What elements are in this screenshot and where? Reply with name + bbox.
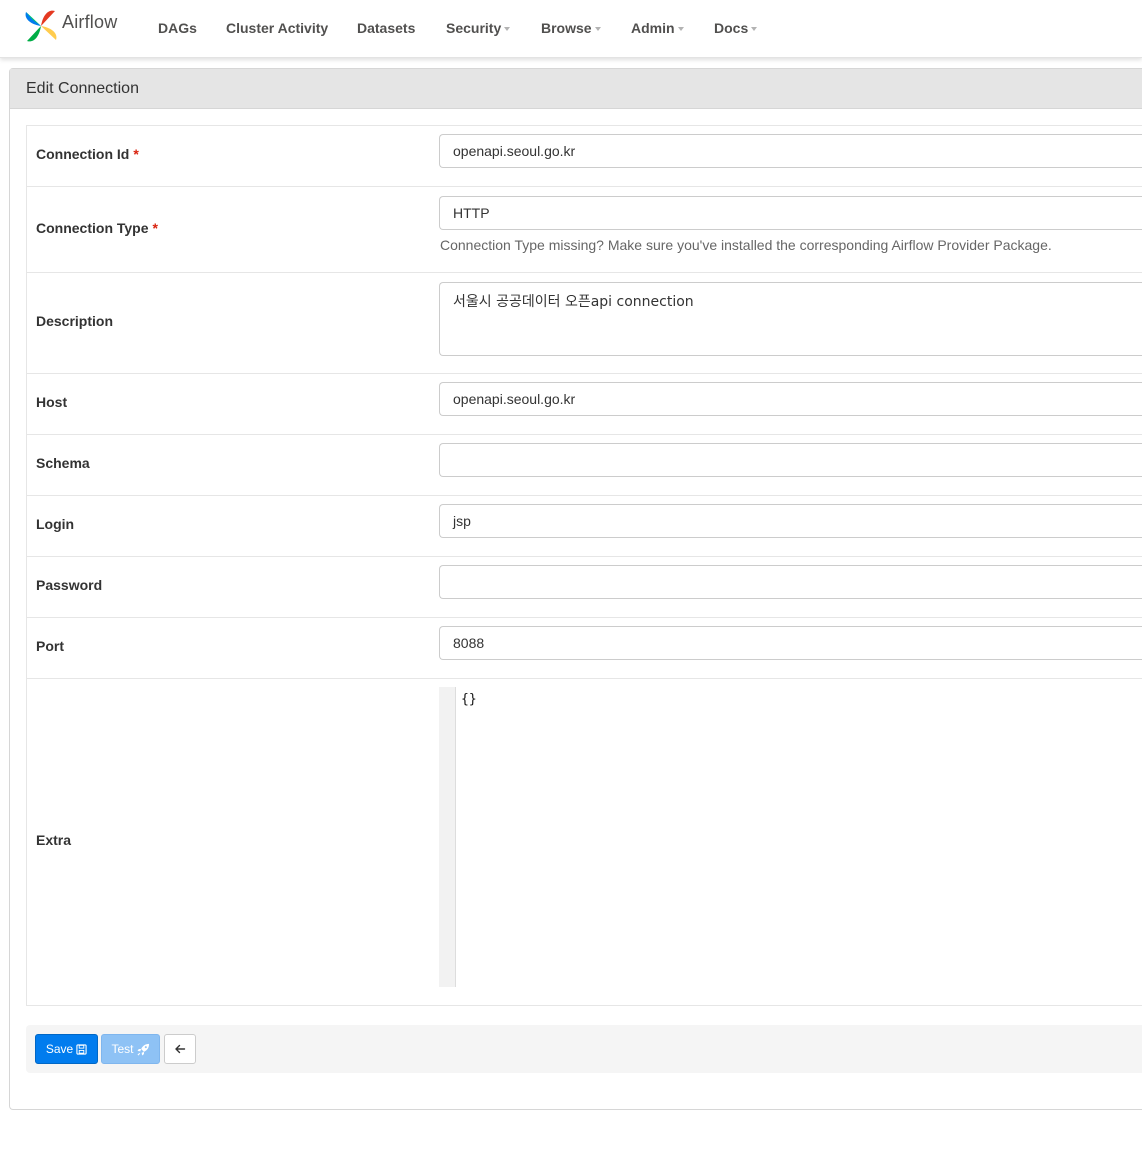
extra-code-editor[interactable]: {} xyxy=(439,687,1142,987)
panel-title: Edit Connection xyxy=(10,69,1142,109)
brand-name: Airflow xyxy=(62,11,118,32)
connection-type-help-text: Connection Type missing? Make sure you'v… xyxy=(440,237,1052,253)
edit-connection-panel: Edit Connection Connection Id * openapi.s… xyxy=(9,68,1142,1110)
airflow-logo-icon xyxy=(25,10,57,42)
form-row-password: Password xyxy=(27,557,1142,618)
connection-type-value: HTTP xyxy=(453,205,490,221)
port-label: Port xyxy=(36,638,64,654)
connection-type-select[interactable]: HTTP xyxy=(439,196,1142,230)
form-row-port: Port 8088 xyxy=(27,618,1142,679)
top-navbar: Airflow DAGs Cluster Activity Datasets S… xyxy=(0,0,1142,58)
description-label: Description xyxy=(36,313,114,329)
port-value: 8088 xyxy=(453,635,485,651)
connection-type-label: Connection Type * xyxy=(36,220,158,236)
caret-down-icon xyxy=(504,27,511,31)
back-button[interactable] xyxy=(164,1034,196,1064)
caret-down-icon xyxy=(751,27,758,31)
form-row-connection-id: Connection Id * openapi.seoul.go.kr xyxy=(27,126,1142,187)
login-value: jsp xyxy=(453,513,471,529)
save-button-label: Save xyxy=(45,1042,74,1056)
schema-input[interactable] xyxy=(439,443,1142,477)
caret-down-icon xyxy=(594,27,601,31)
nav-datasets-label: Datasets xyxy=(357,20,416,36)
nav-browse[interactable]: Browse xyxy=(541,19,601,37)
nav-security[interactable]: Security xyxy=(446,19,511,37)
required-marker: * xyxy=(133,146,139,162)
description-textarea[interactable]: 서울시 공공데이터 오픈api connection xyxy=(439,282,1142,356)
port-input[interactable]: 8088 xyxy=(439,626,1142,660)
connection-id-value: openapi.seoul.go.kr xyxy=(453,143,576,159)
floppy-disk-icon xyxy=(76,1043,87,1055)
login-input[interactable]: jsp xyxy=(439,504,1142,538)
schema-label: Schema xyxy=(36,455,90,471)
form-row-connection-type: Connection Type * HTTP Connection Type mi… xyxy=(27,187,1142,273)
form-row-extra: Extra {} xyxy=(27,679,1142,1006)
login-label: Login xyxy=(36,516,75,532)
description-value: 서울시 공공데이터 오픈api connection xyxy=(453,294,694,310)
required-marker: * xyxy=(152,220,158,236)
nav-cluster-activity[interactable]: Cluster Activity xyxy=(226,19,328,37)
nav-admin[interactable]: Admin xyxy=(631,19,684,37)
rocket-icon xyxy=(136,1043,149,1056)
nav-dags[interactable]: DAGs xyxy=(158,19,197,37)
host-input[interactable]: openapi.seoul.go.kr xyxy=(439,382,1142,416)
connection-id-label-text: Connection Id xyxy=(36,146,130,162)
nav-docs[interactable]: Docs xyxy=(714,19,758,37)
extra-label: Extra xyxy=(36,832,72,848)
nav-docs-label: Docs xyxy=(714,20,749,36)
form-row-schema: Schema xyxy=(27,435,1142,496)
form-row-host: Host openapi.seoul.go.kr xyxy=(27,374,1142,435)
nav-cluster-activity-label: Cluster Activity xyxy=(226,20,329,36)
arrow-left-icon xyxy=(175,1044,186,1054)
form-row-login: Login jsp xyxy=(27,496,1142,557)
connection-type-label-text: Connection Type xyxy=(36,220,149,236)
airflow-brand-link[interactable]: Airflow xyxy=(23,7,117,45)
nav-browse-label: Browse xyxy=(541,20,592,36)
connection-form: Connection Id * openapi.seoul.go.kr Conne… xyxy=(26,125,1142,1006)
test-button-label: Test xyxy=(111,1042,134,1056)
connection-id-label: Connection Id * xyxy=(36,146,139,162)
form-actions: Save Test xyxy=(26,1025,1142,1073)
host-value: openapi.seoul.go.kr xyxy=(453,391,576,407)
nav-admin-label: Admin xyxy=(631,20,675,36)
nav-security-label: Security xyxy=(446,20,502,36)
editor-gutter xyxy=(439,687,456,987)
save-button[interactable]: Save xyxy=(35,1034,98,1064)
connection-id-input[interactable]: openapi.seoul.go.kr xyxy=(439,134,1142,168)
password-label: Password xyxy=(36,577,103,593)
caret-down-icon xyxy=(677,27,684,31)
form-row-description: Description 서울시 공공데이터 오픈api connection xyxy=(27,273,1142,374)
test-button[interactable]: Test xyxy=(101,1034,160,1064)
host-label: Host xyxy=(36,394,68,410)
nav-datasets[interactable]: Datasets xyxy=(357,19,415,37)
extra-code-line: {} xyxy=(461,692,477,707)
nav-dags-label: DAGs xyxy=(158,20,197,36)
password-input[interactable] xyxy=(439,565,1142,599)
panel-title-text: Edit Connection xyxy=(26,79,139,97)
